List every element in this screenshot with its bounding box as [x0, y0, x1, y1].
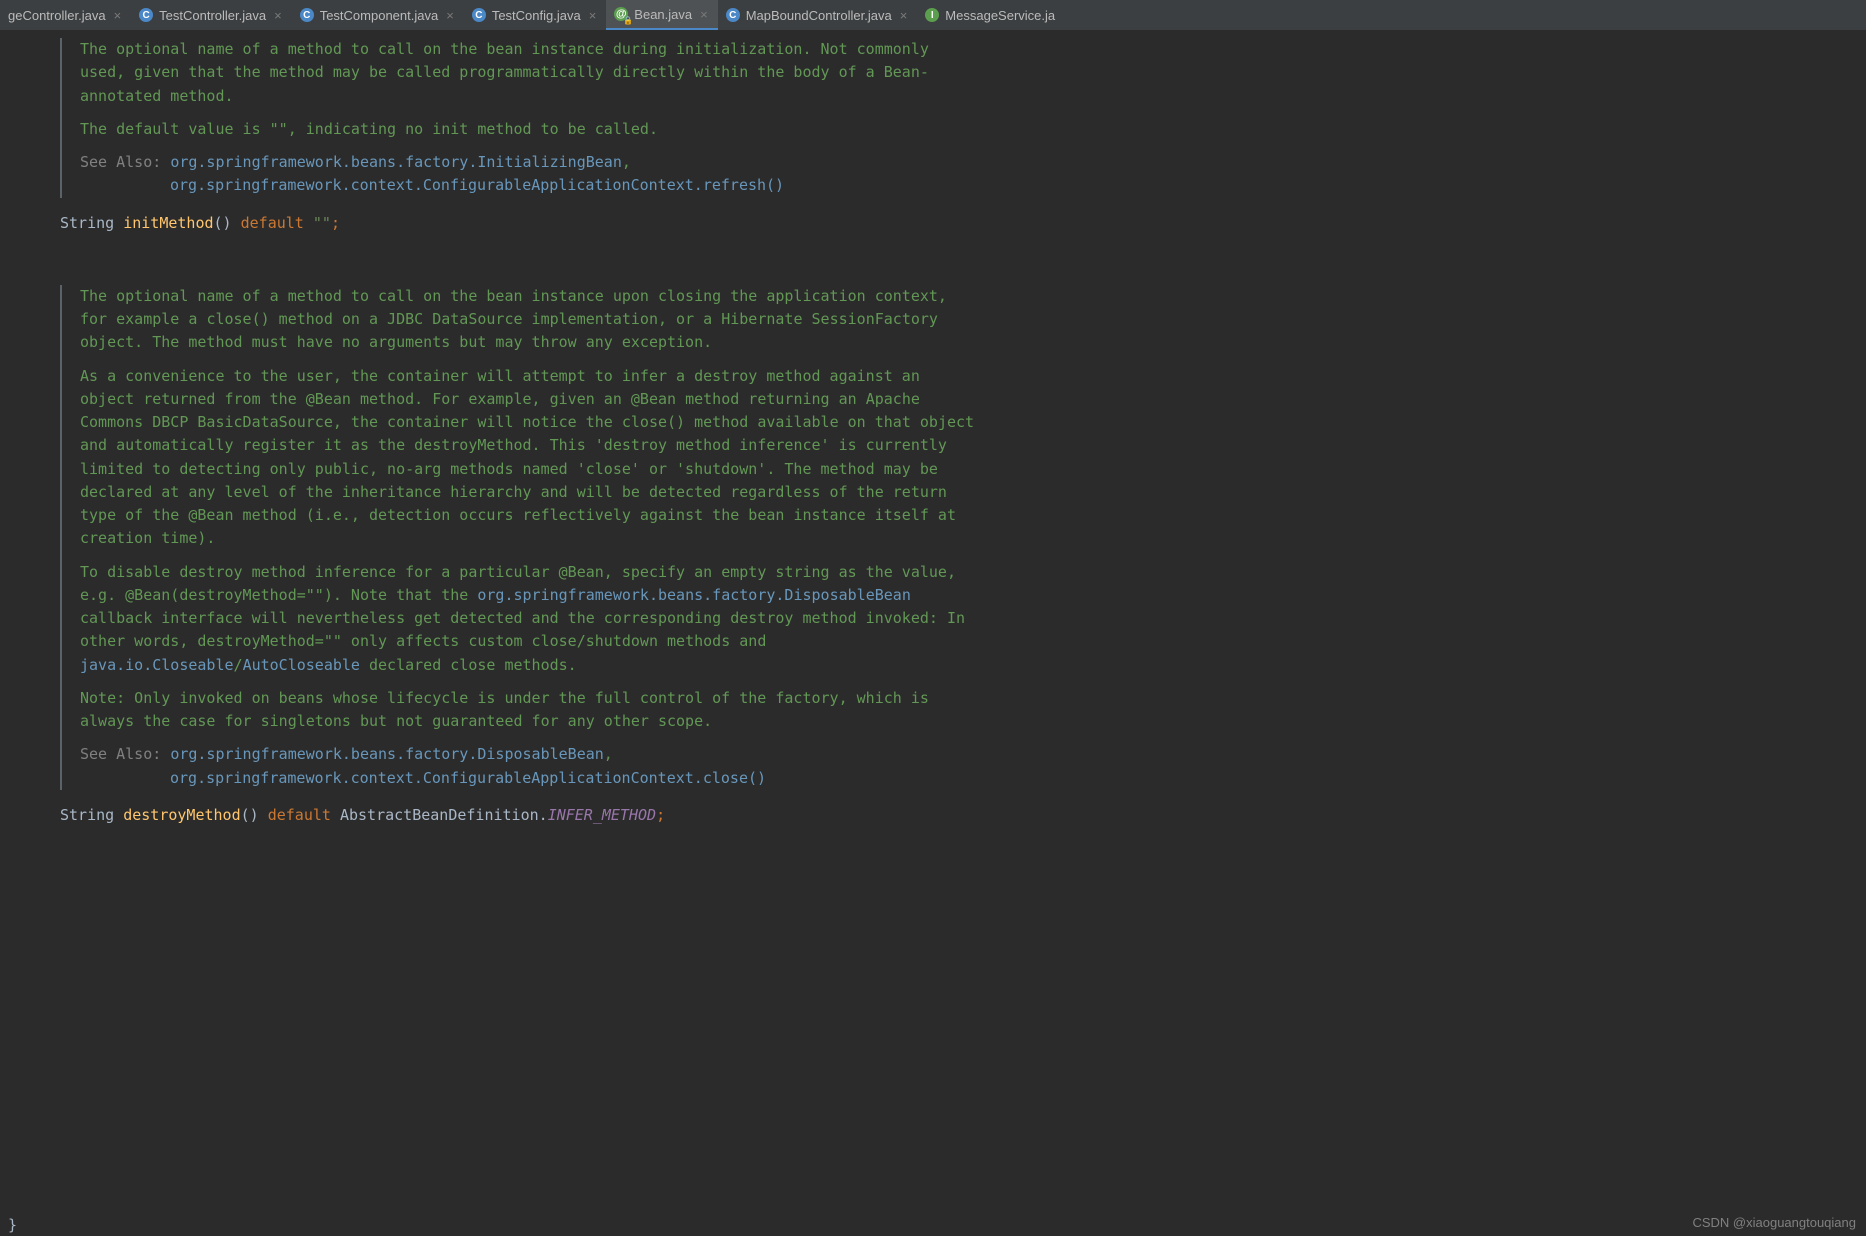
- tab-testconfig[interactable]: C TestConfig.java ×: [464, 0, 606, 30]
- doc-paragraph: Note: Only invoked on beans whose lifecy…: [80, 687, 980, 734]
- close-icon[interactable]: ×: [272, 8, 284, 23]
- doc-paragraph: The optional name of a method to call on…: [80, 285, 980, 355]
- doc-see-also: org.springframework.context.Configurable…: [170, 767, 980, 790]
- close-icon[interactable]: ×: [587, 8, 599, 23]
- class-icon: C: [726, 8, 740, 22]
- tab-label: Bean.java: [634, 7, 692, 22]
- code-editor[interactable]: The optional name of a method to call on…: [0, 30, 1866, 827]
- doc-link[interactable]: java.io.Closeable: [80, 656, 234, 674]
- watermark-text: CSDN @xiaoguangtouqiang: [1692, 1215, 1856, 1230]
- doc-see-also: See Also: org.springframework.beans.fact…: [80, 743, 980, 766]
- doc-link[interactable]: org.springframework.beans.factory.Dispos…: [170, 745, 603, 763]
- javadoc-initmethod: The optional name of a method to call on…: [60, 38, 980, 198]
- tab-mapboundcontroller[interactable]: C MapBoundController.java ×: [718, 0, 918, 30]
- doc-see-also: org.springframework.context.Configurable…: [170, 174, 980, 197]
- annotation-icon: @🔒: [614, 7, 628, 21]
- tab-label: TestComponent.java: [320, 8, 439, 23]
- tab-label: MapBoundController.java: [746, 8, 892, 23]
- doc-link[interactable]: org.springframework.beans.factory.Dispos…: [477, 586, 910, 604]
- code-line-initmethod: String initMethod() default "";: [60, 212, 1866, 235]
- doc-link[interactable]: AutoCloseable: [243, 656, 360, 674]
- class-icon: C: [300, 8, 314, 22]
- doc-paragraph: As a convenience to the user, the contai…: [80, 365, 980, 551]
- close-icon[interactable]: ×: [444, 8, 456, 23]
- doc-see-also: See Also: org.springframework.beans.fact…: [80, 151, 980, 174]
- interface-icon: I: [925, 8, 939, 22]
- javadoc-destroymethod: The optional name of a method to call on…: [60, 285, 980, 790]
- doc-link[interactable]: org.springframework.context.Configurable…: [170, 176, 784, 194]
- tab-label: MessageService.ja: [945, 8, 1055, 23]
- class-icon: C: [139, 8, 153, 22]
- closing-brace: }: [8, 1216, 17, 1234]
- code-line-destroymethod: String destroyMethod() default AbstractB…: [60, 804, 1866, 827]
- tab-messageservice[interactable]: I MessageService.ja: [917, 0, 1063, 30]
- lock-icon: 🔒: [623, 16, 631, 24]
- doc-paragraph: The default value is "", indicating no i…: [80, 118, 980, 141]
- tab-label: TestConfig.java: [492, 8, 581, 23]
- class-icon: C: [472, 8, 486, 22]
- tab-label: TestController.java: [159, 8, 266, 23]
- doc-paragraph: The optional name of a method to call on…: [80, 38, 980, 108]
- tab-testcontroller[interactable]: C TestController.java ×: [131, 0, 292, 30]
- close-icon[interactable]: ×: [698, 7, 710, 22]
- doc-link[interactable]: org.springframework.beans.factory.Initia…: [170, 153, 622, 171]
- doc-paragraph: To disable destroy method inference for …: [80, 561, 980, 677]
- tab-gecontroller[interactable]: geController.java ×: [0, 0, 131, 30]
- close-icon[interactable]: ×: [112, 8, 124, 23]
- tab-testcomponent[interactable]: C TestComponent.java ×: [292, 0, 464, 30]
- tab-bean[interactable]: @🔒 Bean.java ×: [606, 0, 717, 30]
- close-icon[interactable]: ×: [898, 8, 910, 23]
- tab-label: geController.java: [8, 8, 106, 23]
- editor-tab-bar: geController.java × C TestController.jav…: [0, 0, 1866, 30]
- doc-link[interactable]: org.springframework.context.Configurable…: [170, 769, 766, 787]
